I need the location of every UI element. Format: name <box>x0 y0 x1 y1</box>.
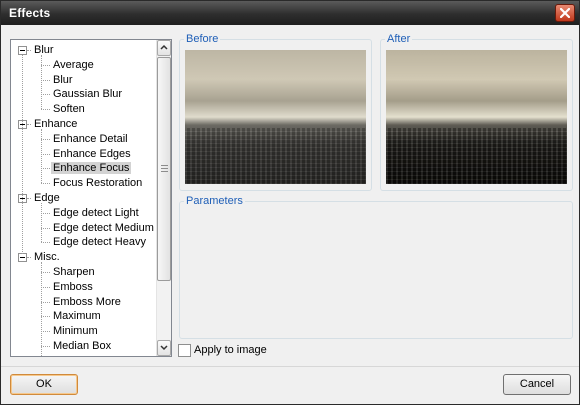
tree-connector <box>41 316 50 318</box>
after-label: After <box>385 33 413 45</box>
tree-item[interactable]: Emboss <box>51 280 95 295</box>
tree-connector <box>41 262 42 356</box>
tree-connector <box>41 203 42 243</box>
cancel-button[interactable]: Cancel <box>503 374 571 395</box>
effects-tree[interactable]: Blur Average Blur Gaussian Blur Soften Enhanc… <box>10 39 172 357</box>
tree-item[interactable]: Enhance Detail <box>51 132 130 147</box>
tree-item-label: Enhance Focus <box>51 162 132 175</box>
title-bar[interactable]: Effects <box>1 1 579 25</box>
after-group: After <box>380 33 573 191</box>
tree-connector <box>41 55 42 110</box>
before-label: Before <box>184 33 221 45</box>
tree-connector <box>27 50 31 51</box>
tree-item-label: Blur <box>34 44 54 56</box>
tree-item[interactable]: Enhance Edges <box>51 147 133 162</box>
tree-connector <box>41 153 50 155</box>
window-title: Effects <box>9 6 51 20</box>
tree-connector <box>41 64 50 66</box>
tree-item[interactable]: Maximum <box>51 309 103 324</box>
tree-item-label: Enhance Edges <box>53 147 131 160</box>
effects-dialog: Effects Blur Average Blur Gaussian Blur Soft… <box>0 0 580 405</box>
tree-content: Blur Average Blur Gaussian Blur Soften Enhanc… <box>11 40 157 356</box>
tree-item-label: Median Box <box>53 340 112 352</box>
chevron-down-icon <box>160 345 168 351</box>
tree-item[interactable]: Edge detect Medium <box>51 221 156 236</box>
tree-item[interactable]: Edge detect Light <box>51 206 141 221</box>
tree-item-label: Misc. <box>34 251 60 264</box>
before-group: Before <box>179 33 372 191</box>
tree-connector <box>41 183 50 185</box>
apply-to-image-checkbox[interactable] <box>178 344 191 357</box>
tree-connector <box>41 346 50 347</box>
tree-item-label: Emboss <box>53 280 93 293</box>
scroll-up-button[interactable] <box>157 40 171 56</box>
tree-item[interactable]: Focus Restoration <box>51 176 144 191</box>
tree-category[interactable]: Blur <box>32 43 56 58</box>
chevron-up-icon <box>160 44 168 50</box>
tree-item[interactable]: Emboss More <box>51 295 123 310</box>
tree-item-label: Enhance <box>34 118 78 130</box>
tree-item-label: Minimum <box>53 325 98 338</box>
tree-item-label: Edge detect Heavy <box>53 236 146 249</box>
tree-item[interactable]: Average <box>51 58 96 73</box>
tree-connector <box>41 168 50 170</box>
tree-connector <box>41 79 50 81</box>
tree-category[interactable]: Edge <box>32 191 62 206</box>
tree-connector <box>27 198 31 199</box>
tree-item[interactable]: Gaussian Blur <box>51 87 124 102</box>
tree-item-label: Gaussian Blur <box>53 88 123 101</box>
tree-connector <box>41 242 50 244</box>
tree-item[interactable]: Edge detect Heavy <box>51 235 148 250</box>
tree-item-label: Sharpen <box>53 266 95 278</box>
tree-item[interactable]: Minimum <box>51 324 100 339</box>
tree-connector <box>41 227 50 229</box>
tree-item-label: Edge detect Medium <box>53 221 154 234</box>
tree-item[interactable]: Median Box <box>51 339 113 354</box>
scroll-down-button[interactable] <box>157 340 171 356</box>
apply-to-image-label: Apply to image <box>194 344 267 356</box>
tree-item-label: Blur <box>53 73 73 86</box>
tree-connector <box>41 129 42 184</box>
close-button[interactable] <box>555 4 575 22</box>
close-icon <box>560 8 570 18</box>
tree-item-label: Maximum <box>53 310 101 323</box>
parameters-label: Parameters <box>184 195 245 207</box>
tree-item[interactable]: Blur <box>51 73 75 88</box>
ok-button[interactable]: OK <box>10 374 78 395</box>
before-preview-image <box>185 50 366 184</box>
tree-connector <box>41 301 50 303</box>
scroll-thumb[interactable] <box>157 57 171 281</box>
tree-item-label: Soften <box>53 103 85 116</box>
tree-item[interactable]: Soften <box>51 102 87 117</box>
tree-item-label: Edge <box>34 192 60 204</box>
tree-item[interactable]: Enhance Focus <box>51 161 132 176</box>
tree-item-label: Emboss More <box>53 295 121 308</box>
tree-connector <box>41 94 50 96</box>
tree-item-label: Focus Restoration <box>53 177 143 190</box>
tree-item-label: Enhance Detail <box>53 132 128 145</box>
tree-connector <box>41 138 50 140</box>
tree-connector <box>27 124 31 125</box>
tree-category[interactable]: Enhance <box>32 117 79 132</box>
tree-connector <box>27 257 31 259</box>
parameters-group: Parameters <box>179 195 573 339</box>
grip-line <box>161 171 168 172</box>
collapse-icon[interactable] <box>18 46 27 55</box>
tree-connector <box>41 331 50 333</box>
tree-item-label: Edge detect Light <box>53 206 139 219</box>
grip-line <box>161 165 168 166</box>
tree-category[interactable]: Misc. <box>32 250 62 265</box>
tree-scrollbar[interactable] <box>156 40 171 356</box>
collapse-icon[interactable] <box>18 253 27 263</box>
tree-connector <box>41 109 50 111</box>
tree-connector <box>41 212 50 214</box>
grip-line <box>161 168 168 169</box>
tree-connector <box>22 55 23 255</box>
divider <box>1 366 579 367</box>
after-preview-image <box>386 50 567 184</box>
tree-connector <box>41 272 50 273</box>
tree-connector <box>41 286 50 288</box>
tree-item[interactable]: Sharpen <box>51 265 97 280</box>
tree-item-label: Average <box>53 58 94 71</box>
